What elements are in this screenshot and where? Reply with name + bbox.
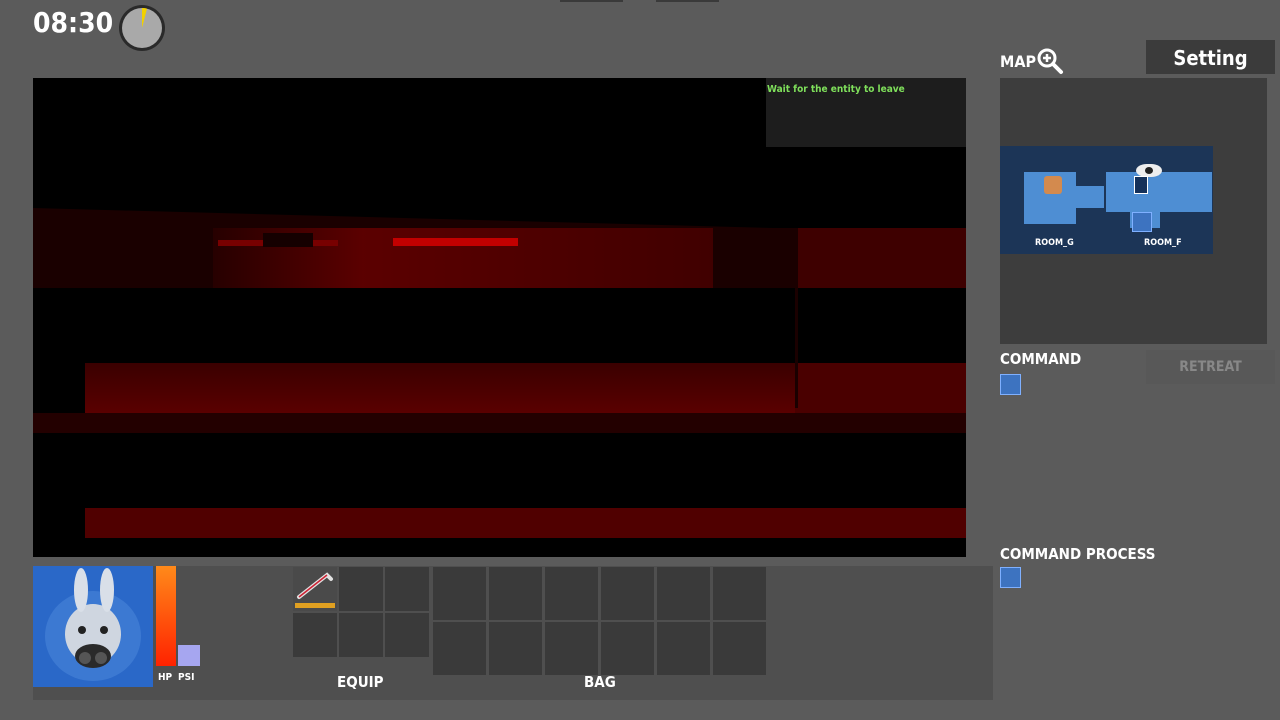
bag-slot-10[interactable] xyxy=(601,622,654,675)
agent-map-marker-icon[interactable] xyxy=(1132,212,1152,232)
agent-portrait-avatar[interactable] xyxy=(33,566,153,687)
equip-slot-2[interactable] xyxy=(339,567,383,611)
equip-label: EQUIP xyxy=(337,673,384,691)
bag-label: BAG xyxy=(584,673,616,691)
equip-slot-5[interactable] xyxy=(339,613,383,657)
bag-slot-2[interactable] xyxy=(489,567,542,620)
bag-slot-12[interactable] xyxy=(713,622,766,675)
equip-slot-4[interactable] xyxy=(293,613,337,657)
bag-slot-8[interactable] xyxy=(489,622,542,675)
game-viewport[interactable]: Wait for the entity to leave xyxy=(33,78,966,557)
room-label-f: ROOM_F xyxy=(1144,238,1182,248)
agent-rabbit-icon[interactable] xyxy=(1000,374,1021,395)
room-f[interactable] xyxy=(1106,172,1212,212)
bag-slot-4[interactable] xyxy=(601,567,654,620)
room-corridor-g xyxy=(1076,186,1104,208)
top-tab-left[interactable] xyxy=(560,0,623,2)
equip-slot-6[interactable] xyxy=(385,613,429,657)
scene-render xyxy=(33,78,966,557)
command-label: COMMAND xyxy=(1000,350,1082,368)
bag-slot-7[interactable] xyxy=(433,622,486,675)
equip-slot-1[interactable] xyxy=(293,567,337,611)
top-tab-right[interactable] xyxy=(656,0,719,2)
hp-label: HP xyxy=(158,672,173,683)
room-label-g: ROOM_G xyxy=(1035,238,1074,248)
crowbar-icon xyxy=(293,567,337,615)
bag-slot-1[interactable] xyxy=(433,567,486,620)
bag-slot-11[interactable] xyxy=(657,622,710,675)
bag-slot-3[interactable] xyxy=(545,567,598,620)
agent-rabbit-icon xyxy=(1000,567,1021,588)
objective-box: Wait for the entity to leave xyxy=(766,78,966,147)
clock-time: 08:30 xyxy=(33,6,114,39)
door-icon xyxy=(1134,176,1148,194)
bag-slot-6[interactable] xyxy=(713,567,766,620)
bear-plush-icon[interactable] xyxy=(1044,176,1062,194)
map-label: MAP xyxy=(1000,52,1037,71)
psi-bar xyxy=(178,645,200,666)
psi-label: PSI xyxy=(178,672,195,683)
settings-button[interactable]: Setting xyxy=(1146,40,1275,74)
objective-text: Wait for the entity to leave xyxy=(767,84,905,95)
clock-dial-icon xyxy=(117,3,167,53)
command-process-label: COMMAND PROCESS xyxy=(1000,545,1156,563)
minimap-panel[interactable]: ROOM_G ROOM_F xyxy=(1000,78,1267,344)
bag-slot-5[interactable] xyxy=(657,567,710,620)
bag-slot-9[interactable] xyxy=(545,622,598,675)
equip-slot-3[interactable] xyxy=(385,567,429,611)
minimap-area: ROOM_G ROOM_F xyxy=(1000,146,1213,254)
zoom-in-icon[interactable] xyxy=(1036,47,1064,75)
retreat-button[interactable]: RETREAT xyxy=(1146,350,1275,384)
hp-bar xyxy=(156,566,176,666)
